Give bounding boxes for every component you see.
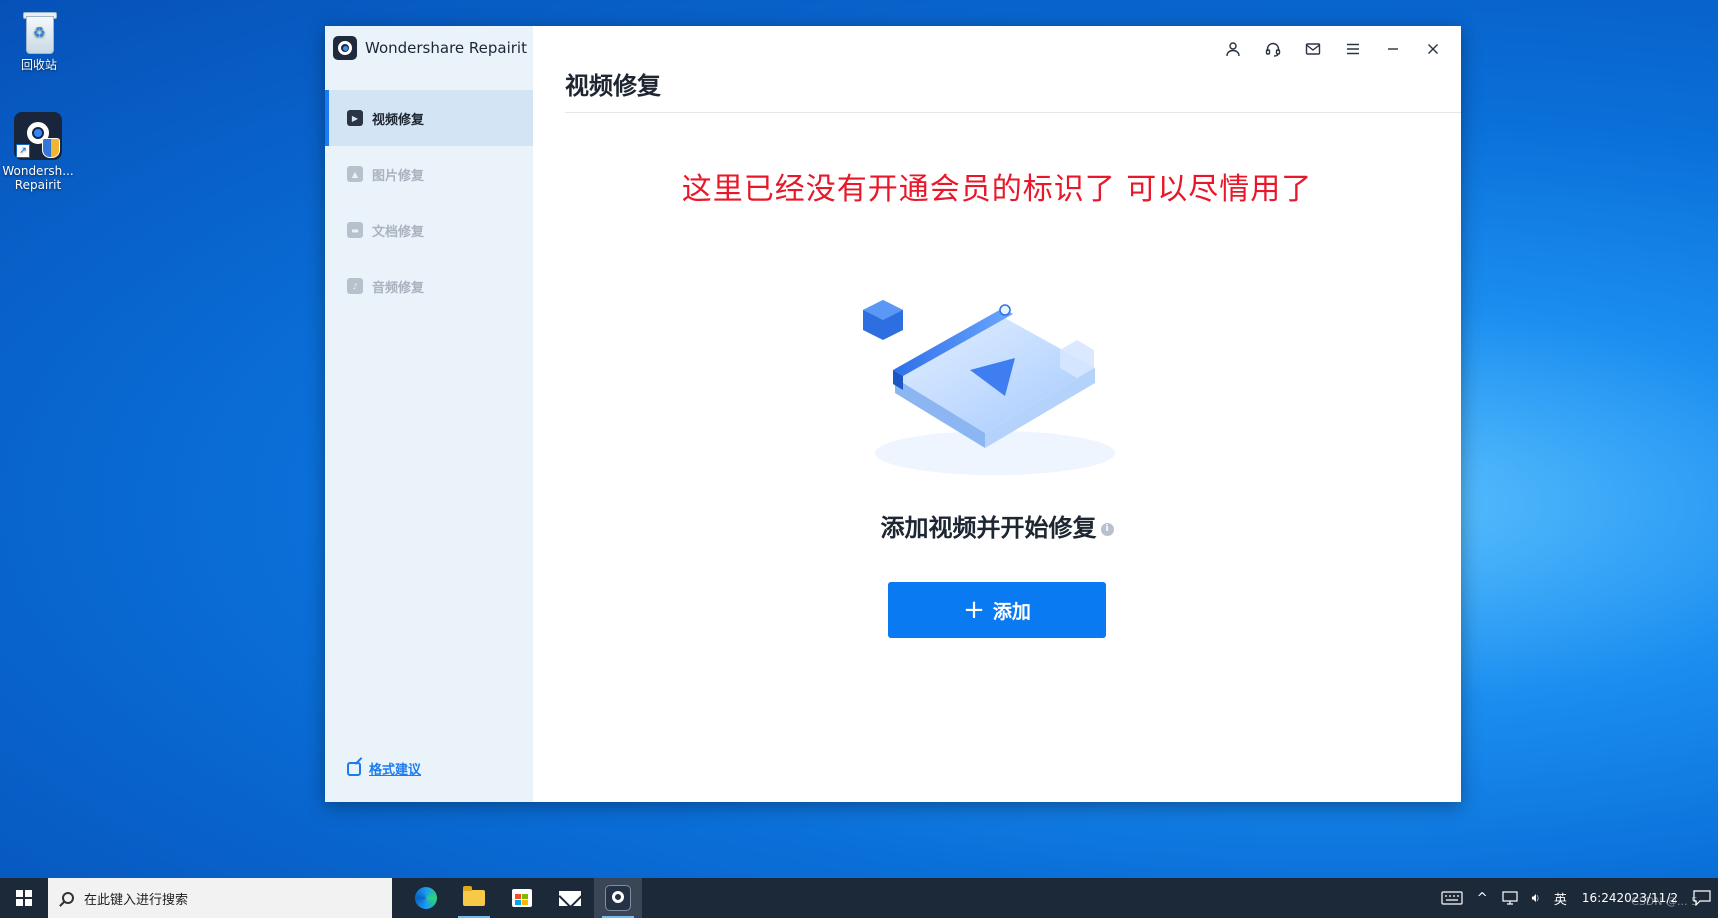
watermark-text: CSDN @... xyxy=(1631,895,1688,908)
sidebar-item-label: 图片修复 xyxy=(372,168,425,184)
format-suggestion-label: 格式建议 xyxy=(369,763,422,778)
recycle-bin-desktop-icon[interactable]: ♻ 回收站 xyxy=(0,8,84,72)
taskbar: 在此键入进行搜索 ^ 🔉︎ 英 16:24 2023/11/2 xyxy=(0,878,1718,918)
desktop-icon-label: Wondersh... Repairit xyxy=(2,164,74,192)
titlebar-buttons xyxy=(1213,34,1453,64)
taskbar-file-explorer[interactable] xyxy=(450,878,498,918)
store-icon xyxy=(512,889,532,907)
sidebar-nav: ▶ 视频修复 ▲ 图片修复 ▬ 文档修复 ♪ 音频修复 xyxy=(325,90,533,314)
sidebar-item-document-repair[interactable]: ▬ 文档修复 xyxy=(325,202,533,258)
network-button[interactable] xyxy=(1495,878,1525,918)
membership-notice: 这里已经没有开通会员的标识了 可以尽情用了 xyxy=(681,172,1313,207)
taskbar-store[interactable] xyxy=(498,878,546,918)
close-icon xyxy=(1428,44,1438,54)
page-title: 视频修复 xyxy=(565,72,661,100)
account-button[interactable] xyxy=(1213,34,1253,64)
file-explorer-icon xyxy=(463,886,485,906)
notification-count: 5 xyxy=(1691,895,1698,908)
format-suggestion-link[interactable]: 格式建议 xyxy=(347,759,421,778)
repairit-icon xyxy=(605,885,631,911)
show-hidden-icons-button[interactable]: ^ xyxy=(1470,878,1495,918)
image-icon: ▲ xyxy=(347,166,363,182)
headset-icon xyxy=(1265,42,1281,57)
plus-icon: + xyxy=(963,595,985,625)
speaker-icon: 🔉︎ xyxy=(1531,890,1540,906)
repairit-desktop-shortcut[interactable]: ↗ Wondersh... Repairit xyxy=(0,112,83,192)
sidebar-item-photo-repair[interactable]: ▲ 图片修复 xyxy=(325,146,533,202)
mail-icon xyxy=(559,890,581,906)
document-icon: ▬ xyxy=(347,222,363,238)
app-title: Wondershare Repairit xyxy=(365,39,527,57)
taskbar-search[interactable]: 在此键入进行搜索 xyxy=(48,878,392,918)
sidebar-item-label: 文档修复 xyxy=(372,224,425,240)
task-view-button[interactable] xyxy=(1434,878,1470,918)
keyboard-icon xyxy=(1441,891,1463,905)
watermark: CSDN @... 5 xyxy=(1631,895,1698,908)
messages-button[interactable] xyxy=(1293,34,1333,64)
repairit-window: Wondershare Repairit ▶ 视频修复 ▲ 图片修复 ▬ 文档修… xyxy=(325,26,1461,802)
menu-button[interactable] xyxy=(1333,34,1373,64)
taskbar-mail[interactable] xyxy=(546,878,594,918)
recycle-bin-icon: ♻ xyxy=(20,8,58,54)
volume-button[interactable]: 🔉︎ xyxy=(1525,878,1547,918)
app-title-bar: Wondershare Repairit xyxy=(333,35,527,61)
network-icon xyxy=(1502,891,1518,905)
chevron-up-icon: ^ xyxy=(1476,890,1488,906)
clock-time: 16:24 xyxy=(1581,890,1617,905)
sidebar: Wondershare Repairit ▶ 视频修复 ▲ 图片修复 ▬ 文档修… xyxy=(325,26,533,802)
menu-icon xyxy=(1347,43,1359,55)
video-icon: ▶ xyxy=(347,110,363,126)
edit-icon xyxy=(347,761,361,776)
taskbar-repairit[interactable] xyxy=(594,878,642,918)
minimize-button[interactable] xyxy=(1373,34,1413,64)
video-repair-illustration xyxy=(863,300,1115,475)
windows-logo-icon xyxy=(16,890,32,906)
add-video-prompt: 添加视频并开始修复 i xyxy=(533,508,1461,543)
start-button[interactable] xyxy=(0,878,48,918)
edge-icon xyxy=(415,887,437,909)
sidebar-item-label: 视频修复 xyxy=(372,112,425,128)
add-button[interactable]: + 添加 xyxy=(888,582,1106,638)
add-button-label: 添加 xyxy=(992,600,1031,623)
support-button[interactable] xyxy=(1253,34,1293,64)
repairit-app-icon: ↗ xyxy=(14,112,62,160)
taskbar-edge[interactable] xyxy=(402,878,450,918)
sidebar-item-audio-repair[interactable]: ♪ 音频修复 xyxy=(325,258,533,314)
search-icon xyxy=(62,892,74,904)
ime-indicator[interactable]: 英 xyxy=(1547,878,1574,918)
minimize-icon xyxy=(1388,48,1398,50)
prompt-text: 添加视频并开始修复 xyxy=(880,514,1097,542)
sidebar-item-label: 音频修复 xyxy=(372,280,425,296)
search-placeholder: 在此键入进行搜索 xyxy=(84,892,189,908)
info-icon[interactable]: i xyxy=(1100,522,1114,536)
close-button[interactable] xyxy=(1413,34,1453,64)
user-icon xyxy=(1226,42,1240,57)
desktop-icon-label: 回收站 xyxy=(20,58,57,72)
divider xyxy=(565,112,1461,113)
taskbar-apps xyxy=(402,878,642,918)
sidebar-item-video-repair[interactable]: ▶ 视频修复 xyxy=(325,90,533,146)
audio-icon: ♪ xyxy=(347,278,363,294)
repairit-logo-icon xyxy=(333,36,357,60)
mail-icon xyxy=(1305,43,1321,55)
